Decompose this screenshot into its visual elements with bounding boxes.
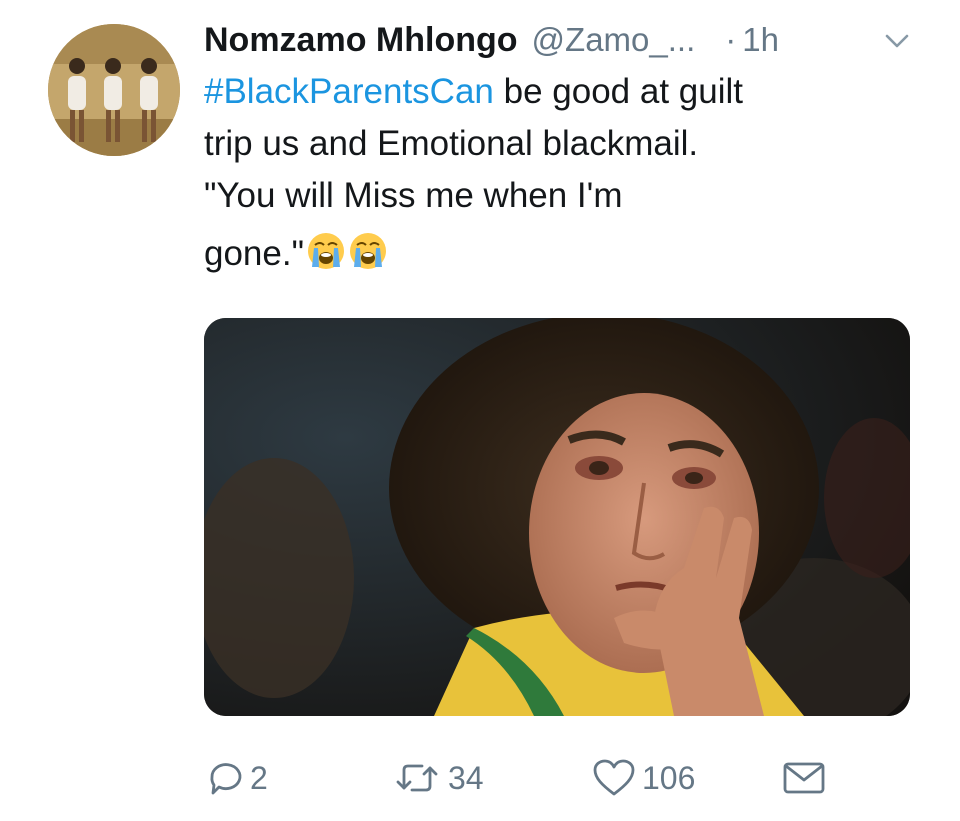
reply-bubble-icon [210,763,242,795]
like-button[interactable]: 106 [592,748,695,808]
chevron-down-icon[interactable] [884,30,910,52]
tweet-text-segment: gone." [204,234,305,273]
reply-button[interactable]: 2 [204,748,268,808]
tweet-text-segment: be good at guilt [493,72,743,111]
like-count: 106 [642,759,696,796]
tweet-actions: 2 34 106 [204,748,910,808]
envelope-icon [783,762,825,794]
reply-count: 2 [250,759,268,796]
tweet-body: #BlackParentsCan be good at guilt trip u… [204,66,904,280]
hashtag-link[interactable]: #BlackParentsCan [204,72,494,111]
tweet-line-2: trip us and Emotional blackmail. [204,124,699,163]
tweet-photo[interactable] [204,318,910,716]
retweet-count: 34 [448,759,484,796]
loudly-crying-face-icon [350,233,387,269]
loudly-crying-face-icon [308,233,345,269]
tweet-timestamp[interactable]: 1h [742,21,779,59]
author-name[interactable]: Nomzamo Mhlongo [204,21,518,60]
time-separator: · [725,21,737,58]
retweet-button[interactable]: 34 [392,748,484,808]
tweet-line-1: #BlackParentsCan be good at guilt [204,66,904,118]
tweet-line-3: "You will Miss me when I'm [204,176,623,215]
direct-message-button[interactable] [780,748,828,808]
author-avatar[interactable] [48,24,180,156]
heart-icon [593,759,635,796]
avatar-image [48,24,180,156]
retweet-icon [396,764,438,792]
tweet-header: Nomzamo Mhlongo @Zamo_... · 1h [204,16,924,64]
crying-man-photo [204,318,910,716]
tweet-line-4: gone." [204,228,904,280]
author-handle[interactable]: @Zamo_... [532,21,696,59]
